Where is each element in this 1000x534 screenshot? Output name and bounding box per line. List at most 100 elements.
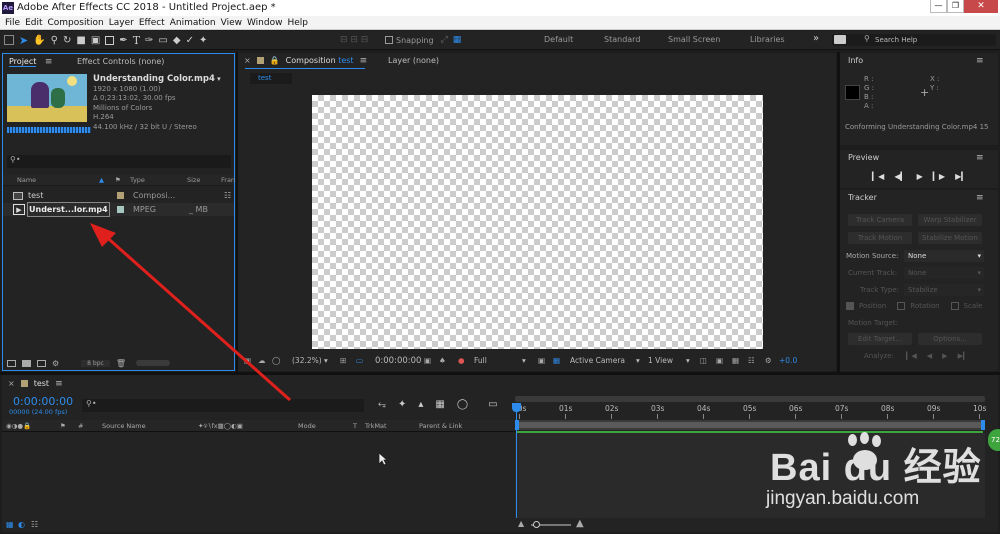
menu-layer[interactable]: Layer [109,16,134,30]
toggle-in-out-icon[interactable]: ☷ [31,520,38,529]
exposure-value[interactable]: +0.0 [779,353,797,369]
column-source-name[interactable]: Source Name [102,420,146,432]
snapshot-icon[interactable]: ▣ [424,353,431,369]
fast-previews-icon[interactable]: ▣ [716,353,723,369]
composition-canvas[interactable] [312,95,763,349]
eraser-tool-icon[interactable]: ◆ [173,35,181,46]
camera-tool-icon[interactable]: ■ [76,35,85,46]
camera-dropdown[interactable]: Active Camera ▾ [570,353,644,369]
menu-effect[interactable]: Effect [139,16,165,30]
more-workspaces-icon[interactable]: » [813,33,819,44]
close-button[interactable]: ✕ [964,0,998,13]
tab-composition[interactable]: × 🔒 Composition test ≡ [244,53,367,69]
snapping-checkbox[interactable] [385,36,393,44]
transparency-grid-icon[interactable]: ▣ [538,353,545,369]
play-icon[interactable]: ▶ [917,172,923,181]
menu-help[interactable]: Help [287,16,308,30]
stabilize-motion-button[interactable]: Stabilize Motion [918,232,982,244]
current-track-select[interactable]: None ▾ [904,267,984,279]
graph-editor-icon[interactable]: ▭ [488,399,497,410]
rotation-checkbox[interactable] [897,302,906,310]
show-snapshot-icon[interactable]: ♠ [439,353,446,369]
tracker-menu-icon[interactable]: ≡ [976,193,984,203]
fit-icon[interactable]: ⊞ [340,353,346,369]
lock-icon[interactable]: 🔒 [270,53,280,69]
workspace-menu-icon[interactable] [834,35,846,44]
type-tool-icon[interactable]: T [133,34,140,47]
footage-dropdown-icon[interactable]: ▾ [217,75,221,83]
exposure-icon[interactable]: ⚙ [765,353,772,369]
toggle-transfer-controls-icon[interactable]: ◐ [18,520,25,529]
tab-effect-controls[interactable]: Effect Controls (none) [77,54,164,70]
motion-source-select[interactable]: None ▾ [904,250,984,262]
brush-tool-icon[interactable]: ✑ [145,35,153,46]
tab-layer[interactable]: Layer (none) [388,53,439,69]
zoom-slider-thumb[interactable] [533,521,540,528]
composition-menu-icon[interactable]: ≡ [360,53,368,69]
track-camera-button[interactable]: Track Camera [848,214,912,226]
toggle-layer-switches-icon[interactable]: ▦ [6,520,14,529]
column-frame-rate[interactable]: Fran [221,175,235,186]
toggle-pixel-aspect-icon[interactable]: ◫ [700,353,707,369]
edit-target-button[interactable]: Edit Target... [848,333,912,345]
views-dropdown[interactable]: 1 View ▾ [648,353,694,369]
analyze-forward-icon[interactable]: ▶ [942,352,947,360]
work-area-fill[interactable] [517,422,981,428]
clone-stamp-tool-icon[interactable]: ▭ [158,35,167,46]
analyze-backward-icon[interactable]: ◀ [927,352,932,360]
interpret-footage-icon[interactable] [7,359,16,367]
draft-3d-icon[interactable]: ✦ [398,399,406,410]
work-area-end-handle[interactable] [981,420,985,430]
scale-checkbox[interactable] [950,302,959,310]
column-mode[interactable]: Mode [298,420,316,432]
resolution-dropdown[interactable]: Full ▾ [474,353,530,369]
snap-option-icon[interactable]: ⤢ [441,35,448,45]
project-settings-icon[interactable]: ⚙ [52,359,59,368]
new-composition-icon[interactable] [37,359,46,367]
column-name[interactable]: Name [17,175,36,186]
project-search-input[interactable]: ⚲• [7,155,231,168]
first-frame-icon[interactable]: ▎◀ [872,172,884,181]
comp-flowchart-icon[interactable]: ⥆ [378,399,386,410]
column-trkmat[interactable]: TrkMat [365,420,387,432]
search-help-box[interactable]: ⚲ Search Help [832,34,996,46]
new-folder-icon[interactable] [22,359,31,367]
workspace-default[interactable]: Default [544,35,573,44]
rectangle-tool-icon[interactable] [105,35,115,45]
label-swatch[interactable] [117,192,124,199]
timeline-menu-icon[interactable]: ≡ [55,376,63,392]
position-checkbox[interactable] [846,302,854,310]
tab-timeline[interactable]: × test ≡ [8,376,63,392]
time-ruler[interactable]: 00s01s02s03s04s05s06s07s08s09s10s [513,403,986,419]
menu-composition[interactable]: Composition [48,16,104,30]
analyze-forward-frame-icon[interactable]: ▶▎ [958,352,969,360]
local-axis-icon[interactable]: ⊟ ⊟ ⊟ [340,35,368,45]
options-button[interactable]: Options... [918,333,982,345]
menu-view[interactable]: View [221,16,242,30]
flowchart-icon[interactable]: ☷ [748,353,755,369]
motion-blur-icon[interactable]: ◯ [457,399,468,410]
analyze-back-frame-icon[interactable]: ▎◀ [906,352,917,360]
warp-stabilizer-button[interactable]: Warp Stabilizer [918,214,982,226]
preview-menu-icon[interactable]: ≡ [976,153,984,163]
workspace-small-screen[interactable]: Small Screen [668,35,720,44]
zoom-tool-icon[interactable]: ⚲ [51,35,58,46]
close-tab-icon[interactable]: × [244,53,251,69]
info-menu-icon[interactable]: ≡ [976,56,984,66]
time-navigator[interactable] [515,396,985,402]
rotate-tool-icon[interactable]: ↻ [63,35,71,46]
project-panel-menu-icon[interactable]: ≡ [45,57,53,67]
hand-tool-icon[interactable]: ✋ [33,35,45,46]
roto-brush-tool-icon[interactable]: ✓ [186,35,194,46]
toggle-mask-icon[interactable]: ▦ [553,353,560,369]
menu-file[interactable]: File [5,16,20,30]
last-frame-icon[interactable]: ▶▎ [955,172,967,181]
tab-project[interactable]: Project ≡ [9,54,52,70]
playhead[interactable] [516,403,517,518]
track-type-select[interactable]: Stabilize ▾ [904,284,984,296]
menu-window[interactable]: Window [247,16,283,30]
pen-tool-icon[interactable]: ✒ [119,35,127,46]
selection-tool-icon[interactable]: ➤ [19,34,28,47]
flow-tab[interactable]: test [250,73,292,84]
region-of-interest-icon[interactable]: ▭ [356,353,363,369]
